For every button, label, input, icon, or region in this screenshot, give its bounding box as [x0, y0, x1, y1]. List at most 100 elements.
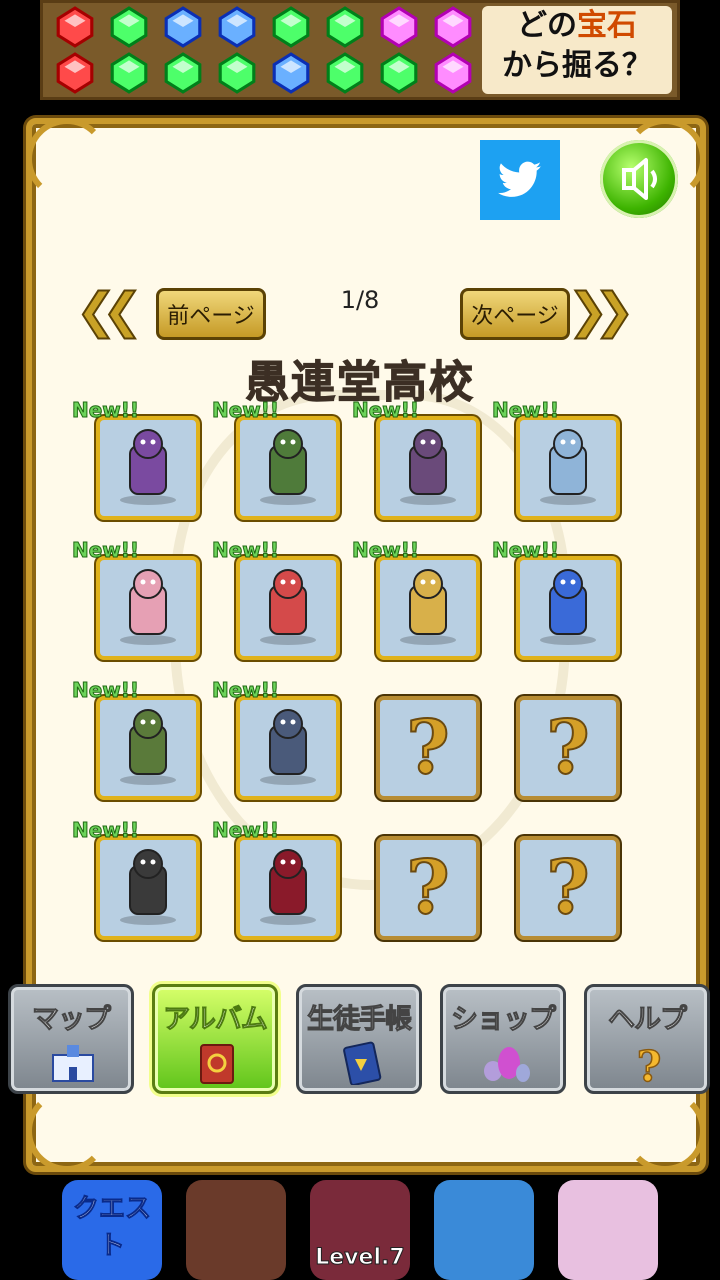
- menu-button-label: 生徒手帳: [307, 1004, 413, 1036]
- album-slot[interactable]: New!!: [211, 538, 346, 664]
- green-gem-icon: [376, 52, 422, 94]
- new-badge: New!!: [491, 538, 560, 563]
- new-badge: New!!: [71, 398, 140, 423]
- blue-gem-icon: [214, 6, 260, 48]
- ad-line2: から掘る？: [502, 48, 652, 83]
- green-gem-icon: [214, 52, 260, 94]
- zombie-student-icon: [106, 704, 190, 792]
- album-slot-frame: ?: [516, 836, 620, 940]
- gem-eggs-icon: [479, 1041, 531, 1085]
- new-badge: New!!: [211, 678, 280, 703]
- album-slot-frame: [96, 416, 200, 520]
- app-icon-label: Level.7: [315, 1245, 405, 1271]
- menu-button-label: アルバム: [163, 1004, 269, 1036]
- page-indicator: 1/8: [340, 286, 380, 314]
- ad-line1-highlight: 宝石: [577, 8, 637, 43]
- album-slot[interactable]: ?: [374, 832, 486, 944]
- menu-button-2[interactable]: 生徒手帳: [296, 984, 422, 1094]
- locker-monster-icon: [106, 844, 190, 932]
- green-gem-icon: [160, 52, 206, 94]
- gem-grid: [48, 4, 480, 96]
- menu-button-1[interactable]: アルバム: [152, 984, 278, 1094]
- album-slot[interactable]: New!!: [71, 398, 206, 524]
- app-icon-label: クエスト: [72, 1194, 151, 1262]
- album-book-icon: [191, 1041, 243, 1085]
- album-slot[interactable]: New!!: [71, 678, 206, 804]
- pink-gem-icon: [376, 6, 422, 48]
- desk-blue-icon: [526, 564, 610, 652]
- pink-gem-icon: [430, 6, 476, 48]
- album-slot-frame: ?: [516, 696, 620, 800]
- album-slot[interactable]: ?: [514, 692, 626, 804]
- album-slot[interactable]: New!!: [491, 398, 626, 524]
- menu-button-4[interactable]: ヘルプ?: [584, 984, 710, 1094]
- anime-app-icon[interactable]: [558, 1180, 658, 1280]
- question-mark-icon: ?: [623, 1041, 675, 1092]
- trash-can-blue-icon: [526, 424, 610, 512]
- corner-ornament: [26, 1090, 108, 1172]
- album-slot[interactable]: New!!: [211, 678, 346, 804]
- next-arrows-icon[interactable]: ❯❯: [567, 285, 636, 337]
- rabbit-teacher-icon: [246, 704, 330, 792]
- prev-page-button[interactable]: 前ページ: [156, 288, 266, 340]
- album-slot-frame: [516, 556, 620, 660]
- new-badge: New!!: [351, 398, 420, 423]
- ad-text: どの宝石 から掘る？: [482, 6, 672, 94]
- school-building-icon: [47, 1041, 99, 1085]
- question-mark-icon: ?: [545, 704, 590, 792]
- quest-app-icon[interactable]: クエスト: [62, 1180, 162, 1280]
- album-slot[interactable]: New!!: [211, 398, 346, 524]
- new-badge: New!!: [211, 818, 280, 843]
- officer-green-icon: [246, 424, 330, 512]
- winged-demon-icon: [246, 844, 330, 932]
- question-mark-icon: ?: [405, 704, 450, 792]
- pirate-app-icon[interactable]: [434, 1180, 534, 1280]
- bottom-menu: マップ アルバム 生徒手帳 ショップ ヘルプ?: [8, 984, 714, 1098]
- album-slot-frame: [96, 836, 200, 940]
- twitter-share-button[interactable]: [480, 140, 560, 220]
- new-badge: New!!: [351, 538, 420, 563]
- album-slot[interactable]: ?: [374, 692, 486, 804]
- prev-arrows-icon[interactable]: ❮❮: [75, 285, 144, 337]
- menu-button-label: ヘルプ: [608, 1004, 688, 1036]
- svg-text:?: ?: [637, 1042, 662, 1085]
- ad-line1-before: どの: [517, 8, 577, 43]
- menu-button-0[interactable]: マップ: [8, 984, 134, 1094]
- warrior-app-icon[interactable]: [186, 1180, 286, 1280]
- album-slot-frame: [516, 416, 620, 520]
- red-gem-icon: [52, 52, 98, 94]
- album-slot-frame: [236, 556, 340, 660]
- top-ad-banner[interactable]: どの宝石 から掘る？: [40, 0, 680, 100]
- album-slot-frame: [376, 416, 480, 520]
- blue-gem-icon: [160, 6, 206, 48]
- album-slot[interactable]: New!!: [351, 538, 486, 664]
- trash-can-pink-icon: [106, 564, 190, 652]
- next-page-button[interactable]: 次ページ: [460, 288, 570, 340]
- clash-app-icon[interactable]: Level.7: [310, 1180, 410, 1280]
- album-slot-frame: [236, 696, 340, 800]
- album-slot[interactable]: ?: [514, 832, 626, 944]
- desk-red-icon: [246, 564, 330, 652]
- album-grid: New!! New!! New!! New!! New!! New!! New!! New!!…: [71, 398, 626, 944]
- green-gem-icon: [106, 52, 152, 94]
- album-slot[interactable]: New!!: [71, 818, 206, 944]
- album-slot[interactable]: New!!: [491, 538, 626, 664]
- corner-ornament: [26, 118, 108, 200]
- question-mark-icon: ?: [545, 844, 590, 932]
- desk-yellow-icon: [386, 564, 470, 652]
- album-slot[interactable]: New!!: [71, 538, 206, 664]
- sound-toggle-button[interactable]: [600, 140, 678, 218]
- menu-button-3[interactable]: ショップ: [440, 984, 566, 1094]
- new-badge: New!!: [71, 818, 140, 843]
- album-slot[interactable]: New!!: [211, 818, 346, 944]
- green-gem-icon: [106, 6, 152, 48]
- album-slot-frame: ?: [376, 836, 480, 940]
- new-badge: New!!: [491, 398, 560, 423]
- red-gem-icon: [52, 6, 98, 48]
- bottom-ad-bar: クエスト Level.7: [0, 1176, 720, 1280]
- officer-purple-icon: [386, 424, 470, 512]
- corner-ornament: [624, 1090, 706, 1172]
- twitter-bird-icon: [498, 161, 542, 197]
- album-slot[interactable]: New!!: [351, 398, 486, 524]
- student-handbook-icon: [335, 1041, 387, 1086]
